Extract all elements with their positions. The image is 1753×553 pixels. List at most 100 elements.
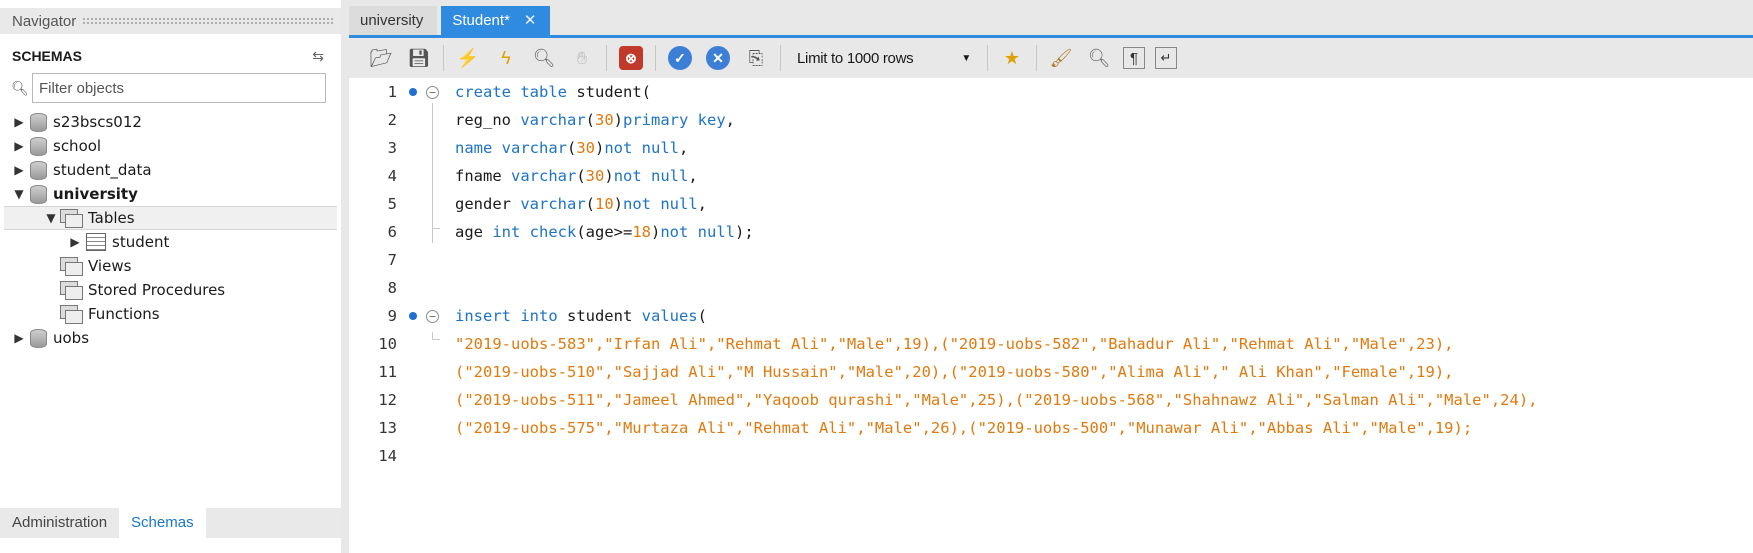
- line-number: 12: [378, 391, 397, 409]
- line-number: 14: [378, 447, 397, 465]
- code-line[interactable]: 9 − insert into student values(: [349, 302, 1753, 330]
- expand-arrow-icon[interactable]: ▶: [12, 139, 26, 153]
- toolbar-divider: [1036, 45, 1037, 71]
- code-line[interactable]: 11 ("2019-uobs-510","Sajjad Ali","M Huss…: [349, 358, 1753, 386]
- tree-item-table[interactable]: ▶ student: [0, 230, 341, 254]
- fold-toggle-icon[interactable]: −: [426, 85, 439, 99]
- schemas-label: SCHEMAS: [12, 48, 83, 64]
- save-icon[interactable]: 💾︎: [405, 44, 433, 72]
- code-line[interactable]: 3 name varchar(30)not null,: [349, 134, 1753, 162]
- execute-current-icon[interactable]: ϟ: [492, 44, 520, 72]
- tab-university[interactable]: university: [349, 6, 438, 35]
- line-number: 10: [378, 335, 397, 353]
- line-number: 5: [387, 195, 397, 213]
- code-text: ("2019-uobs-510","Sajjad Ali","M Hussain…: [455, 363, 1454, 381]
- code-line[interactable]: 7: [349, 246, 1753, 274]
- code-text: ("2019-uobs-511","Jameel Ahmed","Yaqoob …: [455, 391, 1538, 409]
- schemas-header: SCHEMAS ⇆: [12, 44, 332, 68]
- code-line[interactable]: 5 gender varchar(10)not null,: [349, 190, 1753, 218]
- toolbar-divider: [655, 45, 656, 71]
- sql-editor[interactable]: 1 − create table student( 2 reg_no varch…: [349, 78, 1753, 553]
- editor-tab-bar: university Student* ✕: [349, 6, 1753, 38]
- explain-icon[interactable]: 🔍︎: [530, 44, 558, 72]
- line-number: 2: [387, 111, 397, 129]
- table-icon: [86, 233, 106, 251]
- tree-item-schema[interactable]: ▶ school: [0, 134, 341, 158]
- code-line[interactable]: 4 fname varchar(30)not null,: [349, 162, 1753, 190]
- folder-icon: [60, 257, 83, 276]
- toolbar-divider: [443, 45, 444, 71]
- navigator-title: Navigator: [12, 12, 77, 30]
- toggle-error-icon[interactable]: ⊗: [617, 44, 645, 72]
- code-line[interactable]: 6 age int check(age>=18)not null);: [349, 218, 1753, 246]
- expand-arrow-icon[interactable]: ▶: [12, 115, 26, 129]
- invisible-chars-icon[interactable]: ¶: [1123, 47, 1145, 69]
- toolbar-divider: [606, 45, 607, 71]
- collapse-arrow-icon[interactable]: ▼: [12, 187, 26, 201]
- chevron-down-icon: ▼: [961, 52, 971, 64]
- expand-arrow-icon[interactable]: ▶: [68, 235, 82, 249]
- code-text: age int check(age>=18)not null);: [455, 223, 754, 241]
- tree-item-schema[interactable]: ▶ s23bscs012: [0, 110, 341, 134]
- tree-item-schema-default[interactable]: ▼ university: [0, 182, 341, 206]
- execute-icon[interactable]: ⚡: [454, 44, 482, 72]
- line-number: 4: [387, 167, 397, 185]
- panel-grip[interactable]: [82, 16, 333, 26]
- expand-arrow-icon[interactable]: ▶: [12, 163, 26, 177]
- tree-item-schema[interactable]: ▶ student_data: [0, 158, 341, 182]
- commit-icon[interactable]: ✓: [666, 44, 694, 72]
- filter-objects-input[interactable]: [32, 73, 326, 103]
- collapse-arrow-icon[interactable]: ▼: [44, 211, 58, 225]
- database-icon: [30, 112, 47, 132]
- navigator-panel: Navigator SCHEMAS ⇆ 🔍︎ ▶ s23bscs012 ▶ sc…: [0, 0, 341, 553]
- line-number: 6: [387, 223, 397, 241]
- code-line[interactable]: 1 − create table student(: [349, 78, 1753, 106]
- navigator-header: Navigator: [0, 8, 341, 34]
- folder-icon: [60, 281, 83, 300]
- code-text: name varchar(30)not null,: [455, 139, 689, 157]
- code-text: create table student(: [455, 83, 651, 101]
- code-line[interactable]: 8: [349, 274, 1753, 302]
- add-snippet-icon[interactable]: ★: [998, 44, 1026, 72]
- search-icon: 🔍︎: [11, 79, 29, 96]
- rollback-icon[interactable]: ✕: [704, 44, 732, 72]
- code-line[interactable]: 13 ("2019-uobs-575","Murtaza Ali","Rehma…: [349, 414, 1753, 442]
- statement-marker-icon: [409, 88, 417, 96]
- tab-schemas[interactable]: Schemas: [119, 508, 206, 538]
- code-line[interactable]: 10 "2019-uobs-583","Irfan Ali","Rehmat A…: [349, 330, 1753, 358]
- word-wrap-icon[interactable]: ↵: [1155, 47, 1177, 69]
- stop-icon[interactable]: ✋︎: [568, 44, 596, 72]
- line-number: 3: [387, 139, 397, 157]
- code-text: gender varchar(10)not null,: [455, 195, 708, 213]
- code-line[interactable]: 12 ("2019-uobs-511","Jameel Ahmed","Yaqo…: [349, 386, 1753, 414]
- find-icon[interactable]: 🔍︎: [1085, 44, 1113, 72]
- schema-tree: ▶ s23bscs012 ▶ school ▶ student_data ▼ u…: [0, 110, 341, 350]
- fold-toggle-icon[interactable]: −: [426, 309, 439, 323]
- line-number: 8: [387, 279, 397, 297]
- tab-student-label: Student*: [452, 12, 510, 29]
- navigator-bottom-tabs: Administration Schemas: [0, 508, 341, 538]
- statement-marker-icon: [409, 312, 417, 320]
- database-icon: [30, 136, 47, 156]
- toolbar-divider: [780, 45, 781, 71]
- beautify-icon[interactable]: 🖌︎: [1047, 44, 1075, 72]
- line-number: 7: [387, 251, 397, 269]
- tree-item-schema[interactable]: ▶ uobs: [0, 326, 341, 350]
- refresh-icon[interactable]: ⇆: [312, 48, 332, 65]
- tree-item-stored-procedures[interactable]: Stored Procedures: [0, 278, 341, 302]
- code-line[interactable]: 2 reg_no varchar(30)primary key,: [349, 106, 1753, 134]
- limit-rows-select[interactable]: Limit to 1000 rows ▼: [791, 44, 977, 72]
- tree-item-functions[interactable]: Functions: [0, 302, 341, 326]
- tree-item-tables[interactable]: ▼ Tables: [4, 206, 337, 230]
- code-line[interactable]: 14: [349, 442, 1753, 470]
- tab-student[interactable]: Student* ✕: [441, 6, 551, 35]
- tab-administration[interactable]: Administration: [0, 508, 119, 538]
- autocommit-icon[interactable]: ⎘: [742, 44, 770, 72]
- line-number: 9: [387, 307, 397, 325]
- close-icon[interactable]: ✕: [524, 12, 537, 29]
- line-number: 1: [387, 83, 397, 101]
- tree-item-views[interactable]: Views: [0, 254, 341, 278]
- database-icon: [30, 184, 47, 204]
- open-file-icon[interactable]: 📂︎: [367, 44, 395, 72]
- expand-arrow-icon[interactable]: ▶: [12, 331, 26, 345]
